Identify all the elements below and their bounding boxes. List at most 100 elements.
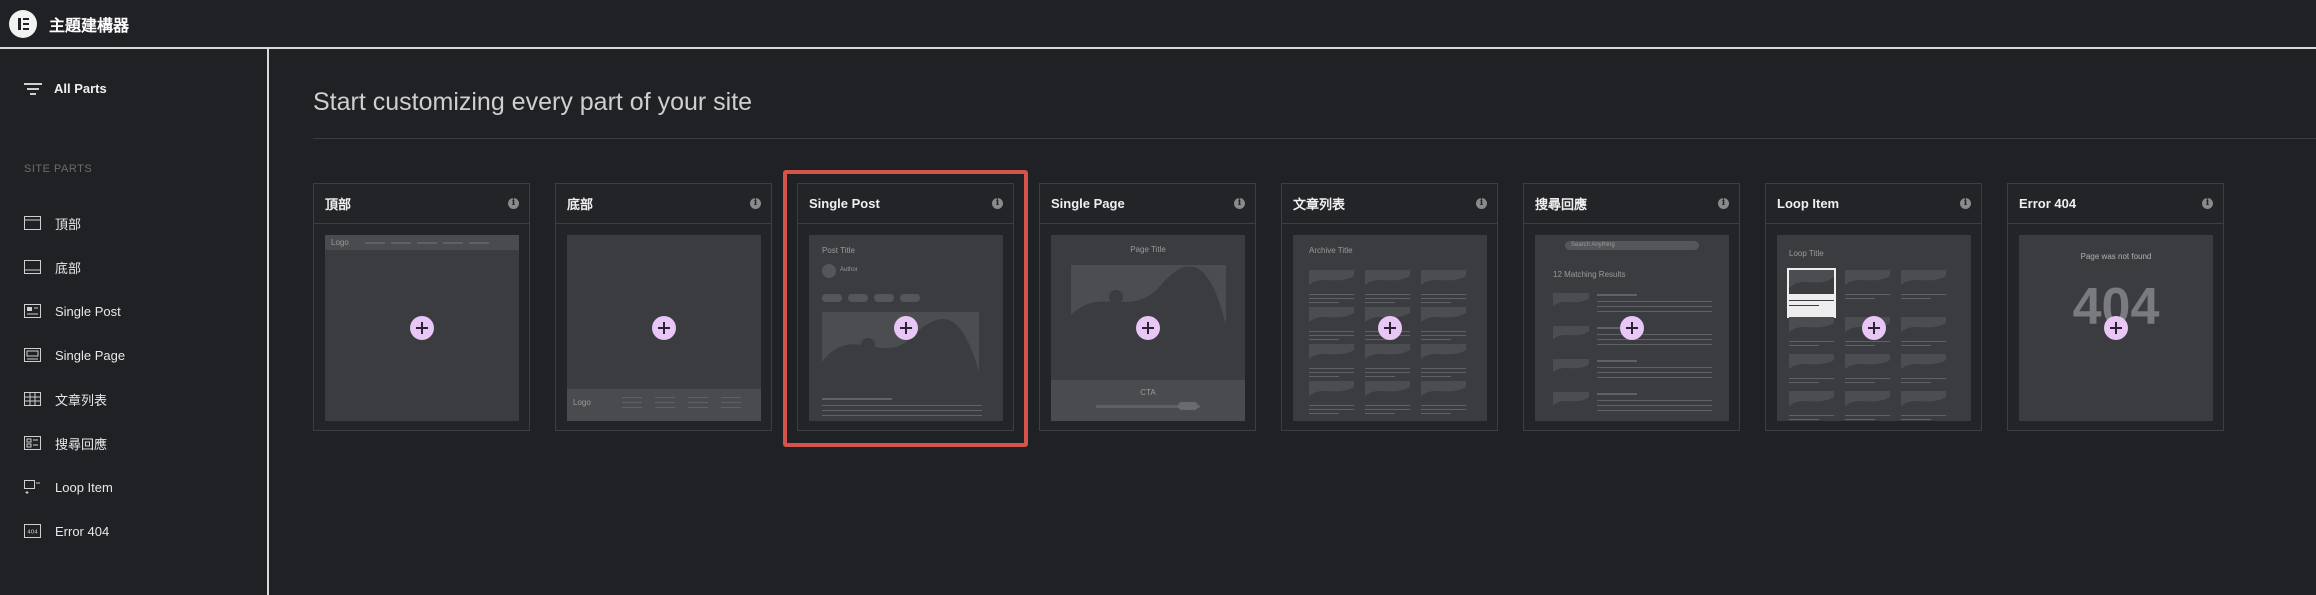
sidebar-item-search-results[interactable]: 搜尋回應 xyxy=(24,432,107,454)
text-line xyxy=(1421,302,1451,303)
card-preview: Loop Title xyxy=(1777,235,1971,421)
info-icon[interactable]: i xyxy=(2202,198,2213,209)
thumbnail-placeholder xyxy=(1845,270,1890,290)
text-line xyxy=(1421,368,1466,369)
svg-text:404: 404 xyxy=(27,530,38,536)
text-line xyxy=(1901,341,1946,342)
thumbnail-placeholder xyxy=(1901,354,1946,374)
info-icon[interactable]: i xyxy=(1960,198,1971,209)
info-icon[interactable]: i xyxy=(992,198,1003,209)
sidebar-item-single-post[interactable]: Single Post xyxy=(24,300,121,322)
info-icon[interactable]: i xyxy=(1476,198,1487,209)
card-preview: Page Title CTA xyxy=(1051,235,1245,421)
thumbnail-placeholder xyxy=(1789,317,1834,337)
text-line xyxy=(1789,341,1834,342)
text-line xyxy=(1597,344,1712,345)
thumbnail-placeholder xyxy=(1553,326,1589,344)
text-line xyxy=(1421,405,1466,406)
add-template-button[interactable] xyxy=(2104,316,2128,340)
card-preview: Page was not found 404 xyxy=(2019,235,2213,421)
thumbnail-placeholder xyxy=(1421,344,1466,364)
elementor-logo-icon xyxy=(9,9,37,38)
info-icon[interactable]: i xyxy=(1718,198,1729,209)
text-line xyxy=(1901,378,1946,379)
sidebar-item-footer[interactable]: 底部 xyxy=(24,256,81,278)
thumbnail-placeholder xyxy=(1421,270,1466,290)
title-divider xyxy=(313,138,2316,139)
thumbnail-placeholder xyxy=(1789,270,1834,294)
preview-logo-text: Logo xyxy=(331,238,349,247)
top-bar: 主題建構器 xyxy=(0,0,2316,49)
card-header[interactable]: 頂部 i Logo xyxy=(313,183,530,431)
info-icon[interactable]: i xyxy=(1234,198,1245,209)
thumbnail-placeholder xyxy=(1309,270,1354,290)
text-line xyxy=(1421,372,1466,373)
card-archive[interactable]: 文章列表 i Archive Title xyxy=(1281,183,1498,431)
thumbnail-placeholder xyxy=(1421,381,1466,401)
add-template-button[interactable] xyxy=(1136,316,1160,340)
thumbnail-placeholder xyxy=(1789,354,1834,374)
text-line xyxy=(1901,294,1946,295)
add-template-button[interactable] xyxy=(894,316,918,340)
text-line xyxy=(1365,376,1395,377)
text-line xyxy=(1597,339,1712,340)
card-footer[interactable]: 底部 i Logo xyxy=(555,183,772,431)
page-title: Start customizing every part of your sit… xyxy=(313,88,753,116)
site-parts-heading: SITE PARTS xyxy=(24,163,93,175)
card-header-bar: Error 404 i xyxy=(2008,184,2223,224)
card-header-bar: 文章列表 i xyxy=(1282,184,1497,224)
text-line xyxy=(1309,294,1354,295)
preview-cta: CTA xyxy=(1140,388,1156,397)
text-line xyxy=(1597,301,1712,302)
text-line xyxy=(1901,415,1946,416)
preview-archive-title: Archive Title xyxy=(1309,246,1353,255)
footer-icon xyxy=(24,260,41,274)
sidebar-item-loop-item[interactable]: Loop Item xyxy=(24,476,113,498)
text-line xyxy=(1789,419,1819,420)
thumbnail-placeholder xyxy=(1365,270,1410,290)
card-search-results[interactable]: 搜尋回應 i Search Anything 12 Matching Resul… xyxy=(1523,183,1740,431)
sidebar-item-single-page[interactable]: Single Page xyxy=(24,344,125,366)
preview-results-count: 12 Matching Results xyxy=(1553,270,1626,279)
card-title: Error 404 xyxy=(2019,196,2077,211)
archive-icon xyxy=(24,392,41,406)
text-line xyxy=(1309,298,1354,299)
preview-page-title: Page Title xyxy=(1130,245,1166,254)
card-preview: Post Title Author xyxy=(809,235,1003,421)
sidebar-item-archive[interactable]: 文章列表 xyxy=(24,388,107,410)
add-template-button[interactable] xyxy=(652,316,676,340)
preview-logo-text: Logo xyxy=(573,398,591,407)
add-template-button[interactable] xyxy=(1862,316,1886,340)
sidebar-item-label: Loop Item xyxy=(55,479,113,495)
text-line xyxy=(1309,372,1354,373)
info-icon[interactable]: i xyxy=(508,198,519,209)
thumbnail-placeholder xyxy=(1309,344,1354,364)
all-parts-link[interactable]: All Parts xyxy=(24,81,107,96)
text-line xyxy=(1309,331,1354,332)
card-single-page[interactable]: Single Page i Page Title CTA xyxy=(1039,183,1256,431)
add-template-button[interactable] xyxy=(1378,316,1402,340)
text-line xyxy=(1309,413,1339,414)
card-error-404[interactable]: Error 404 i Page was not found 404 xyxy=(2007,183,2224,431)
text-line xyxy=(1365,413,1395,414)
add-template-button[interactable] xyxy=(1620,316,1644,340)
card-header-bar: Loop Item i xyxy=(1766,184,1981,224)
text-line xyxy=(1789,415,1834,416)
text-line xyxy=(1901,382,1931,383)
thumbnail-placeholder xyxy=(1309,307,1354,327)
add-template-button[interactable] xyxy=(410,316,434,340)
sidebar: All Parts SITE PARTS 頂部 底部 Single Post S… xyxy=(0,49,269,595)
sidebar-item-error-404[interactable]: 404 Error 404 xyxy=(24,520,109,542)
search-results-icon xyxy=(24,436,41,450)
text-line xyxy=(1421,331,1466,332)
card-loop-item[interactable]: Loop Item i Loop Title xyxy=(1765,183,1982,431)
text-line xyxy=(1421,409,1466,410)
sidebar-item-header[interactable]: 頂部 xyxy=(24,212,81,234)
text-line xyxy=(1597,367,1712,368)
card-single-post[interactable]: Single Post i Post Title Author xyxy=(797,183,1014,431)
single-page-icon xyxy=(24,348,41,362)
thumbnail-placeholder xyxy=(1845,391,1890,411)
error-404-icon: 404 xyxy=(24,524,41,538)
card-header-bar: Single Page i xyxy=(1040,184,1255,224)
info-icon[interactable]: i xyxy=(750,198,761,209)
